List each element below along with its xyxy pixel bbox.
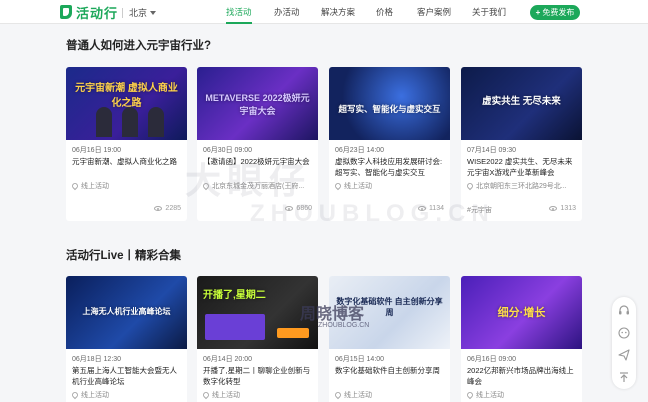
event-location: 线上活动 bbox=[72, 390, 181, 400]
event-datetime: 06月18日 12:30 bbox=[72, 356, 122, 363]
cover-panel bbox=[205, 314, 265, 340]
event-title[interactable]: 2022亿邦新兴市场品牌出海线上峰会 bbox=[467, 365, 576, 387]
event-datetime: 07月14日 09:30 bbox=[467, 147, 517, 154]
view-count: 2285 bbox=[154, 205, 181, 212]
event-cover: 开播了,星期二 bbox=[197, 276, 318, 349]
floating-toolbar bbox=[612, 297, 636, 389]
event-datetime: 06月23日 14:00 bbox=[335, 147, 385, 154]
event-cover: 细分·增长 bbox=[461, 276, 582, 349]
event-title[interactable]: 【邀请函】2022极妍元宇宙大会 bbox=[203, 156, 312, 178]
divider bbox=[122, 7, 123, 18]
event-tag[interactable]: #元宇宙 bbox=[467, 205, 492, 215]
section-title: 普通人如何进入元宇宙行业? bbox=[66, 40, 212, 52]
chevron-down-icon bbox=[150, 10, 157, 15]
event-card[interactable]: 细分·增长 06月16日 09:00 2022亿邦新兴市场品牌出海线上峰会 线上… bbox=[461, 276, 582, 402]
cover-text: 数字化基础软件 自主创新分享周 bbox=[336, 297, 443, 317]
event-cover: 上海无人机行业高峰论坛 bbox=[66, 276, 187, 349]
event-card[interactable]: 虚实共生 无尽未来 07月14日 09:30 WISE2022 虚实共生、无尽未… bbox=[461, 67, 582, 221]
cover-text: 虚实共生 无尽未来 bbox=[482, 96, 561, 107]
city-selector[interactable]: 北京 bbox=[122, 6, 157, 19]
event-card[interactable]: 元宇宙新潮 虚拟人商业化之路 06月16日 19:00 元宇宙新潮、虚拟人商业化… bbox=[66, 67, 187, 221]
cover-text: 超写实、智能化与虚实交互 bbox=[338, 104, 441, 114]
cover-text: 细分·增长 bbox=[497, 307, 546, 319]
cover-text: 开播了,星期二 bbox=[203, 290, 266, 301]
plus-icon: + bbox=[535, 8, 541, 17]
location-pin-icon bbox=[335, 390, 343, 400]
wechat-icon[interactable] bbox=[618, 327, 630, 339]
view-count: 1313 bbox=[549, 205, 576, 212]
event-title[interactable]: 元宇宙新潮、虚拟人商业化之路 bbox=[72, 156, 181, 178]
event-card[interactable]: 超写实、智能化与虚实交互 06月23日 14:00 虚拟数字人科技应用发展研讨会… bbox=[329, 67, 450, 221]
location-pin-icon bbox=[203, 390, 211, 400]
event-title[interactable]: WISE2022 虚实共生、无尽未来 元宇宙X游戏产业革新峰会 bbox=[467, 156, 576, 178]
event-cover: 超写实、智能化与虚实交互 bbox=[329, 67, 450, 140]
logo-icon bbox=[60, 5, 72, 19]
cover-text: 元宇宙新潮 虚拟人商业化之路 bbox=[75, 83, 178, 109]
location-pin-icon bbox=[467, 390, 475, 400]
location-pin-icon bbox=[72, 181, 80, 191]
publish-button[interactable]: + 免费发布 bbox=[530, 5, 580, 20]
logo-text: 活动行 bbox=[76, 5, 119, 21]
location-pin-icon bbox=[467, 181, 475, 191]
back-to-top-icon[interactable] bbox=[618, 371, 630, 383]
event-cover: 虚实共生 无尽未来 bbox=[461, 67, 582, 140]
event-location: 线上活动 bbox=[335, 181, 444, 191]
publish-label: 免费发布 bbox=[542, 8, 575, 17]
top-navigation-bar: 活动行 北京 找活动 办活动 解决方案 价格 客户案例 关于我们 + 免费发布 bbox=[0, 0, 648, 24]
event-datetime: 06月15日 14:00 bbox=[335, 356, 385, 363]
location-pin-icon bbox=[335, 181, 343, 191]
cover-button-graphic bbox=[277, 328, 309, 338]
event-title[interactable]: 数字化基础软件自主创新分享周 bbox=[335, 365, 444, 387]
nav-solutions[interactable]: 解决方案 bbox=[321, 0, 355, 24]
event-cover: 数字化基础软件 自主创新分享周 bbox=[329, 276, 450, 349]
event-title[interactable]: 第五届上海人工智能大会暨无人机行业高峰论坛 bbox=[72, 365, 181, 387]
event-cover: 元宇宙新潮 虚拟人商业化之路 bbox=[66, 67, 187, 140]
event-location: 线上活动 bbox=[467, 390, 576, 400]
cover-text: METAVERSE 2022极妍元宇宙大会 bbox=[205, 93, 310, 116]
event-datetime: 06月16日 09:00 bbox=[467, 356, 517, 363]
view-count: 1134 bbox=[417, 205, 444, 212]
customer-service-icon[interactable] bbox=[618, 305, 630, 317]
nav-cases[interactable]: 客户案例 bbox=[417, 0, 451, 24]
event-cover: METAVERSE 2022极妍元宇宙大会 bbox=[197, 67, 318, 140]
location-pin-icon bbox=[72, 390, 80, 400]
speaker-image bbox=[96, 107, 112, 137]
speaker-image bbox=[148, 107, 164, 137]
send-icon[interactable] bbox=[618, 349, 630, 361]
event-title[interactable]: 虚拟数字人科技应用发展研讨会:超写实、智能化与虚实交互 bbox=[335, 156, 444, 178]
eye-icon bbox=[285, 206, 294, 211]
event-location: 北京东城金茂万丽酒店(王府... bbox=[203, 181, 312, 191]
eye-icon bbox=[154, 206, 163, 211]
event-card[interactable]: 开播了,星期二 06月14日 20:00 开播了,星期二丨聊聊企业创新与数字化转… bbox=[197, 276, 318, 402]
event-location: 线上活动 bbox=[335, 390, 444, 400]
location-pin-icon bbox=[203, 181, 211, 191]
event-datetime: 06月14日 20:00 bbox=[203, 356, 253, 363]
event-location: 线上活动 bbox=[203, 390, 312, 400]
speaker-image bbox=[122, 107, 138, 137]
section-title: 活动行Live丨精彩合集 bbox=[66, 250, 182, 262]
event-datetime: 06月30日 09:00 bbox=[203, 147, 253, 154]
view-count: 6860 bbox=[285, 205, 312, 212]
logo[interactable]: 活动行 bbox=[60, 4, 119, 21]
nav-pricing[interactable]: 价格 bbox=[376, 0, 393, 24]
event-card[interactable]: 数字化基础软件 自主创新分享周 06月15日 14:00 数字化基础软件自主创新… bbox=[329, 276, 450, 402]
event-title[interactable]: 开播了,星期二丨聊聊企业创新与数字化转型 bbox=[203, 365, 312, 387]
nav-find-events[interactable]: 找活动 bbox=[226, 0, 252, 24]
event-datetime: 06月16日 19:00 bbox=[72, 147, 122, 154]
event-location: 北京朝阳东三环北路29号北... bbox=[467, 181, 576, 191]
eye-icon bbox=[549, 206, 558, 211]
eye-icon bbox=[417, 206, 426, 211]
event-card[interactable]: 上海无人机行业高峰论坛 06月18日 12:30 第五届上海人工智能大会暨无人机… bbox=[66, 276, 187, 402]
event-location: 线上活动 bbox=[72, 181, 181, 191]
event-card[interactable]: METAVERSE 2022极妍元宇宙大会 06月30日 09:00 【邀请函】… bbox=[197, 67, 318, 221]
city-label: 北京 bbox=[129, 8, 148, 18]
nav-about[interactable]: 关于我们 bbox=[472, 0, 506, 24]
nav-host-events[interactable]: 办活动 bbox=[274, 0, 300, 24]
cover-text: 上海无人机行业高峰论坛 bbox=[82, 307, 171, 316]
